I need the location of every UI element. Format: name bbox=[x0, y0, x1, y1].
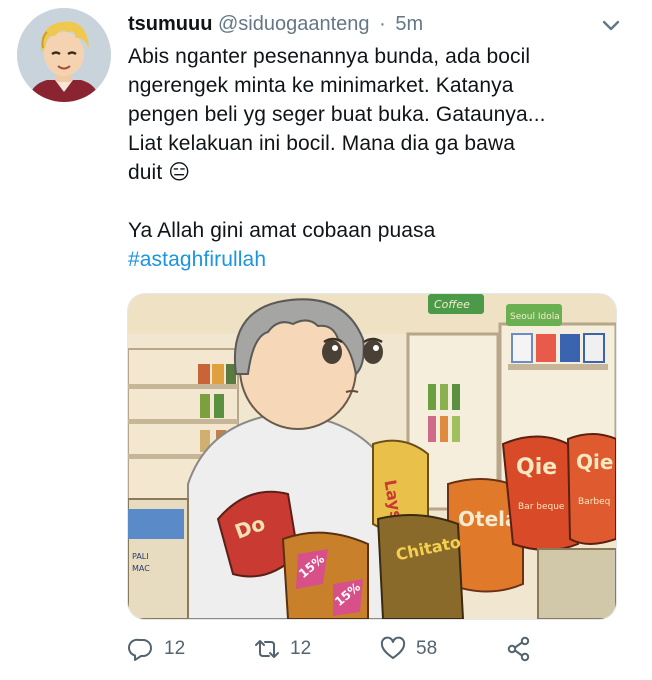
snack-label: PALI bbox=[132, 552, 149, 561]
tweet: tsumuuu @siduogaanteng · 5m Abis nganter… bbox=[0, 0, 652, 680]
hashtag-link[interactable]: #astaghfirullah bbox=[128, 248, 266, 271]
reply-count: 12 bbox=[164, 638, 186, 659]
like-button[interactable]: 58 bbox=[380, 632, 437, 666]
snack-label: Seoul Idola bbox=[510, 312, 560, 322]
retweet-button[interactable]: 12 bbox=[254, 632, 311, 666]
like-count: 58 bbox=[416, 638, 438, 659]
snack-label: Bar beque bbox=[518, 502, 565, 512]
tweet-actions: 12 12 58 bbox=[128, 632, 548, 668]
timestamp[interactable]: 5m bbox=[395, 13, 423, 35]
text-line: Liat kelakuan ini bocil. Mana dia ga baw… bbox=[128, 132, 516, 155]
expressionless-emoji: 😑 bbox=[168, 161, 191, 184]
separator-dot: · bbox=[379, 13, 386, 35]
avatar[interactable] bbox=[17, 8, 111, 102]
tweet-text: Abis nganter pesenannya bunda, ada bocil… bbox=[128, 42, 628, 274]
text-line: Abis nganter pesenannya bunda, ada bocil bbox=[128, 45, 531, 68]
retweet-count: 12 bbox=[290, 638, 312, 659]
text-line: duit 😑 bbox=[128, 158, 628, 187]
display-name[interactable]: tsumuuu bbox=[128, 13, 212, 35]
retweet-icon bbox=[255, 640, 279, 658]
tweet-image[interactable]: Coffee Seoul Idola Do Lays Otela Chitato… bbox=[127, 293, 617, 620]
user-handle[interactable]: @siduogaanteng bbox=[218, 13, 370, 35]
text-line-end: duit bbox=[128, 161, 163, 184]
reply-icon bbox=[128, 638, 152, 661]
snack-label: MAC bbox=[132, 564, 150, 573]
text-line: ngerengek minta ke minimarket. Katanya bbox=[128, 74, 514, 97]
share-button[interactable] bbox=[506, 632, 542, 666]
illustration: Coffee Seoul Idola Do Lays Otela Chitato… bbox=[128, 294, 616, 619]
text-line: pengen beli yg seger buat buka. Gataunya… bbox=[128, 103, 546, 126]
avatar-illustration bbox=[17, 8, 111, 102]
text-line: Ya Allah gini amat cobaan puasa bbox=[128, 219, 436, 242]
snack-label: Qie bbox=[516, 455, 557, 480]
snack-label: Coffee bbox=[434, 298, 470, 311]
snack-label: Qie bbox=[576, 450, 613, 474]
tweet-header: tsumuuu @siduogaanteng · 5m bbox=[128, 10, 592, 38]
share-icon bbox=[507, 636, 530, 662]
chevron-down-icon[interactable] bbox=[598, 12, 624, 38]
snack-label: Barbeq bbox=[578, 497, 610, 507]
reply-button[interactable]: 12 bbox=[128, 632, 185, 666]
heart-icon bbox=[380, 636, 406, 659]
